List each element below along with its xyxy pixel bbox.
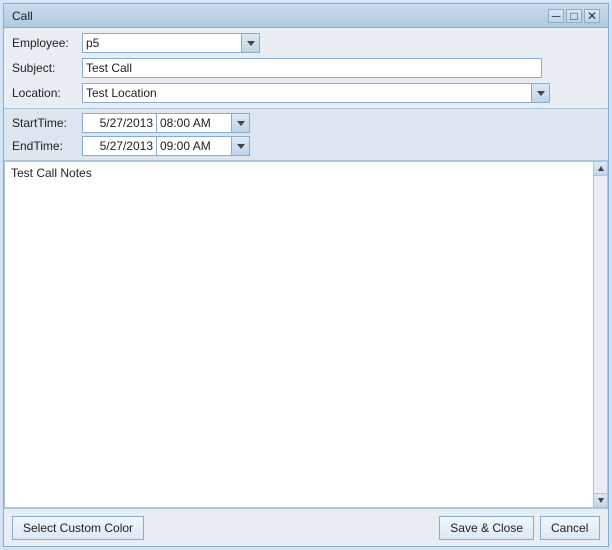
notes-section: Test Call Notes	[4, 161, 608, 508]
employee-dropdown-button[interactable]	[242, 33, 260, 53]
select-custom-color-button[interactable]: Select Custom Color	[12, 516, 144, 540]
location-input[interactable]	[82, 83, 532, 103]
subject-row: Subject:	[12, 57, 600, 79]
start-time-input[interactable]	[157, 113, 232, 133]
call-dialog: Call ─ □ ✕ Employee: Subject: Loca	[3, 3, 609, 547]
location-dropdown-arrow-icon	[537, 91, 545, 96]
end-time-row: EndTime:	[12, 136, 600, 156]
end-time-input[interactable]	[157, 136, 232, 156]
window-title: Call	[12, 9, 33, 23]
employee-input[interactable]	[82, 33, 242, 53]
save-close-button[interactable]: Save & Close	[439, 516, 534, 540]
scroll-up-button[interactable]	[594, 162, 608, 176]
location-dropdown-button[interactable]	[532, 83, 550, 103]
subject-label: Subject:	[12, 61, 82, 75]
location-label: Location:	[12, 86, 82, 100]
cancel-button[interactable]: Cancel	[540, 516, 600, 540]
employee-dropdown-arrow-icon	[247, 41, 255, 46]
start-date-input[interactable]	[82, 113, 157, 133]
title-bar: Call ─ □ ✕	[4, 4, 608, 28]
close-button[interactable]: ✕	[584, 9, 600, 23]
scroll-down-icon	[598, 498, 604, 503]
start-time-label: StartTime:	[12, 116, 82, 130]
employee-row: Employee:	[12, 32, 600, 54]
start-time-row: StartTime:	[12, 113, 600, 133]
end-date-input[interactable]	[82, 136, 157, 156]
footer: Select Custom Color Save & Close Cancel	[4, 508, 608, 546]
subject-input[interactable]	[82, 58, 542, 78]
start-time-dropdown-button[interactable]	[232, 113, 250, 133]
end-time-dropdown-arrow-icon	[237, 144, 245, 149]
minimize-button[interactable]: ─	[548, 9, 564, 23]
location-row: Location:	[12, 82, 600, 104]
scroll-up-icon	[598, 166, 604, 171]
end-time-dropdown-button[interactable]	[232, 136, 250, 156]
start-time-dropdown-arrow-icon	[237, 121, 245, 126]
datetime-section: StartTime: EndTime:	[4, 109, 608, 161]
end-time-label: EndTime:	[12, 139, 82, 153]
title-controls: ─ □ ✕	[548, 9, 600, 23]
notes-textarea[interactable]: Test Call Notes	[5, 162, 593, 507]
footer-actions: Save & Close Cancel	[439, 516, 600, 540]
scrollbar-track	[593, 162, 607, 507]
form-section: Employee: Subject: Location:	[4, 28, 608, 109]
maximize-button[interactable]: □	[566, 9, 582, 23]
scroll-down-button[interactable]	[594, 493, 608, 507]
employee-label: Employee:	[12, 36, 82, 50]
